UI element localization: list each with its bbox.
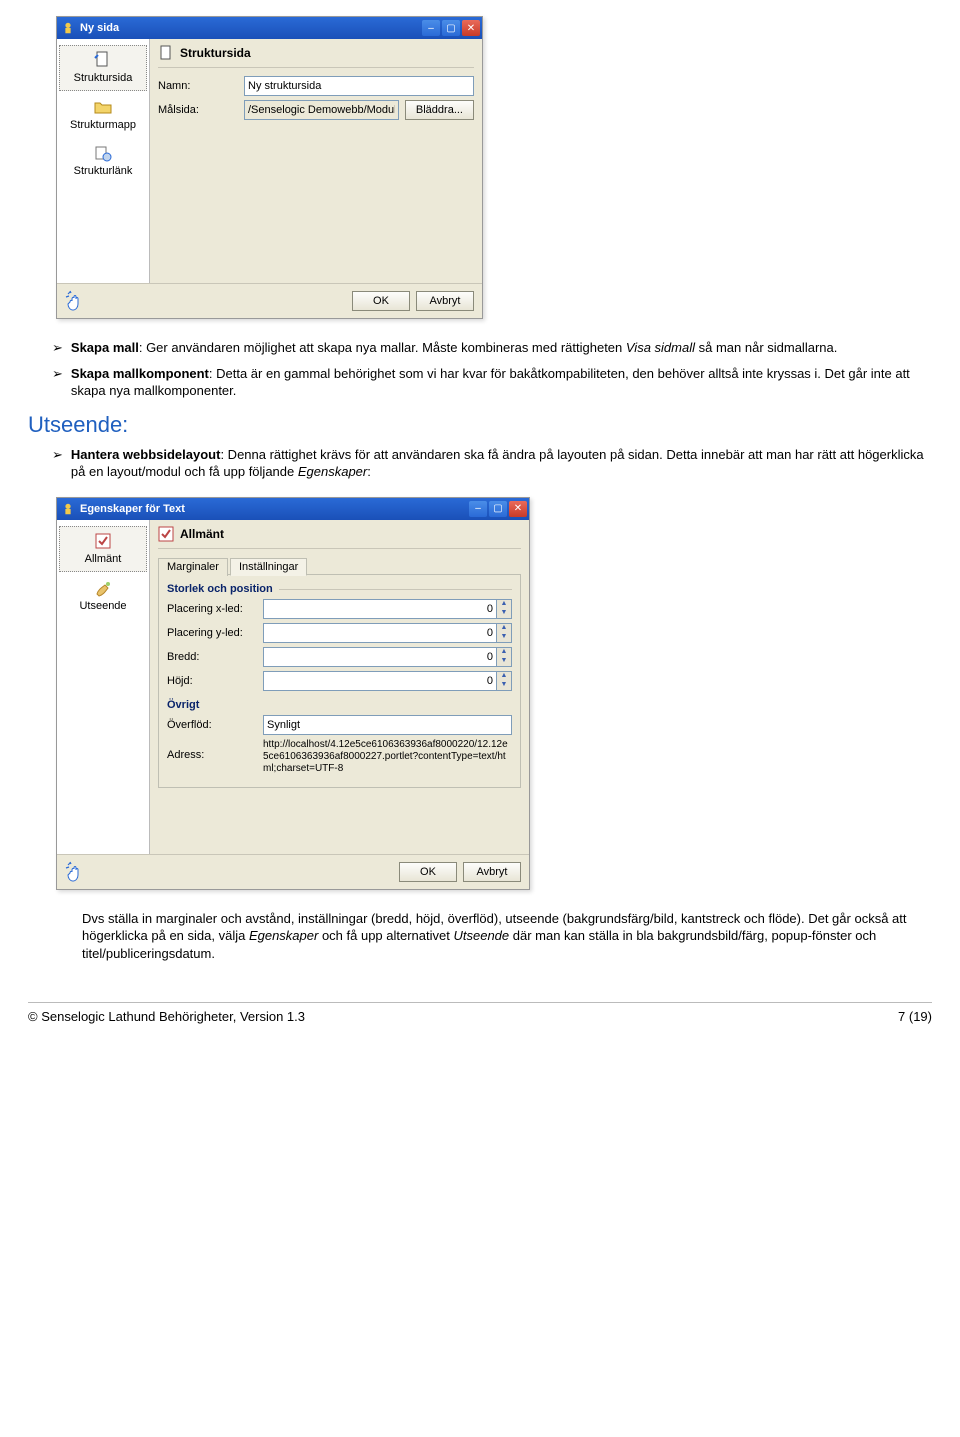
overflow-label: Överflöd: — [167, 719, 263, 731]
settings-group: Storlek och position Placering x-led: ▲▼… — [158, 574, 521, 788]
app-icon — [61, 502, 75, 516]
page-footer: © Senselogic Lathund Behörigheter, Versi… — [28, 1002, 932, 1024]
cancel-button[interactable]: Avbryt — [463, 862, 521, 882]
close-button[interactable]: ✕ — [462, 20, 480, 36]
spinner[interactable]: ▲▼ — [497, 647, 512, 667]
panel-header: Allmänt — [158, 524, 521, 546]
cancel-button[interactable]: Avbryt — [416, 291, 474, 311]
name-input[interactable] — [244, 76, 474, 96]
placering-x-label: Placering x-led: — [167, 603, 263, 615]
hand-icon — [65, 290, 87, 312]
new-page-dialog: Ny sida – ▢ ✕ Struktursida Strukturmapp — [56, 16, 483, 319]
spinner[interactable]: ▲▼ — [497, 599, 512, 619]
sidebar: Allmänt Utseende — [57, 520, 150, 854]
sidebar-item-strukturmapp[interactable]: Strukturmapp — [57, 93, 149, 139]
sidebar-item-utseende[interactable]: Utseende — [57, 574, 149, 620]
bullet-hantera-webbsidelayout: ➢ Hantera webbsidelayout: Denna rättighe… — [52, 446, 932, 481]
bullet-marker: ➢ — [52, 339, 63, 357]
sidebar: Struktursida Strukturmapp Strukturlänk — [57, 39, 150, 283]
sidebar-item-strukturlank[interactable]: Strukturlänk — [57, 139, 149, 185]
post-paragraph: Dvs ställa in marginaler och avstånd, in… — [28, 910, 932, 963]
sidebar-item-label: Strukturmapp — [70, 119, 136, 131]
spinner[interactable]: ▲▼ — [497, 671, 512, 691]
target-row: Målsida: Bläddra... — [158, 100, 474, 120]
hojd-label: Höjd: — [167, 675, 263, 687]
name-row: Namn: — [158, 76, 474, 96]
address-value: http://localhost/4.12e5ce6106363936af800… — [263, 739, 512, 775]
sidebar-item-label: Utseende — [79, 600, 126, 612]
bredd-input[interactable] — [263, 647, 497, 667]
sidebar-item-label: Struktursida — [74, 72, 133, 84]
dialog-title: Egenskaper för Text — [80, 503, 467, 515]
hand-icon — [65, 861, 87, 883]
titlebar: Ny sida – ▢ ✕ — [57, 17, 482, 39]
footer-left: © Senselogic Lathund Behörigheter, Versi… — [28, 1009, 305, 1024]
bullet-marker: ➢ — [52, 446, 63, 481]
ok-button[interactable]: OK — [352, 291, 410, 311]
target-input[interactable] — [244, 100, 399, 120]
dialog-footer: OK Avbryt — [57, 854, 529, 889]
placering-x-input[interactable] — [263, 599, 497, 619]
link-icon — [93, 143, 113, 163]
minimize-button[interactable]: – — [422, 20, 440, 36]
placering-y-input[interactable] — [263, 623, 497, 643]
browse-button[interactable]: Bläddra... — [405, 100, 474, 120]
minimize-button[interactable]: – — [469, 501, 487, 517]
page-icon — [93, 50, 113, 70]
name-label: Namn: — [158, 80, 244, 92]
group-ovrigt: Övrigt — [167, 699, 512, 711]
section-utseende: Utseende: — [28, 412, 932, 438]
sidebar-item-struktursida[interactable]: Struktursida — [59, 45, 147, 91]
sidebar-item-label: Strukturlänk — [74, 165, 133, 177]
dialog-footer: OK Avbryt — [57, 283, 482, 318]
app-icon — [61, 21, 75, 35]
bullet-skapa-mallkomponent: ➢ Skapa mallkomponent: Detta är en gamma… — [52, 365, 932, 400]
bullet-skapa-mall: ➢ Skapa mall: Ger användaren möjlighet a… — [52, 339, 932, 357]
spinner[interactable]: ▲▼ — [497, 623, 512, 643]
titlebar: Egenskaper för Text – ▢ ✕ — [57, 498, 529, 520]
maximize-button[interactable]: ▢ — [442, 20, 460, 36]
address-label: Adress: — [167, 739, 263, 761]
tab-installningar[interactable]: Inställningar — [230, 558, 307, 576]
group-size-position: Storlek och position — [167, 583, 512, 595]
overflow-select[interactable] — [263, 715, 512, 735]
dialog-title: Ny sida — [80, 22, 420, 34]
properties-dialog: Egenskaper för Text – ▢ ✕ Allmänt Utseen… — [56, 497, 530, 890]
panel-title: Struktursida — [180, 46, 251, 60]
tab-marginaler[interactable]: Marginaler — [158, 558, 228, 576]
doc-body: ➢ Skapa mall: Ger användaren möjlighet a… — [28, 339, 932, 481]
bullet-marker: ➢ — [52, 365, 63, 400]
maximize-button[interactable]: ▢ — [489, 501, 507, 517]
page-icon — [158, 45, 174, 61]
brush-icon — [93, 578, 113, 598]
sidebar-item-label: Allmänt — [85, 553, 122, 565]
placering-y-label: Placering y-led: — [167, 627, 263, 639]
panel-title: Allmänt — [180, 527, 224, 541]
footer-right: 7 (19) — [898, 1009, 932, 1024]
checkbox-icon — [93, 531, 113, 551]
ok-button[interactable]: OK — [399, 862, 457, 882]
checkbox-icon — [158, 526, 174, 542]
close-button[interactable]: ✕ — [509, 501, 527, 517]
bredd-label: Bredd: — [167, 651, 263, 663]
sidebar-item-allmant[interactable]: Allmänt — [59, 526, 147, 572]
hojd-input[interactable] — [263, 671, 497, 691]
target-label: Målsida: — [158, 104, 244, 116]
tabs: Marginaler Inställningar — [158, 557, 521, 575]
panel-header: Struktursida — [158, 43, 474, 65]
folder-icon — [93, 97, 113, 117]
